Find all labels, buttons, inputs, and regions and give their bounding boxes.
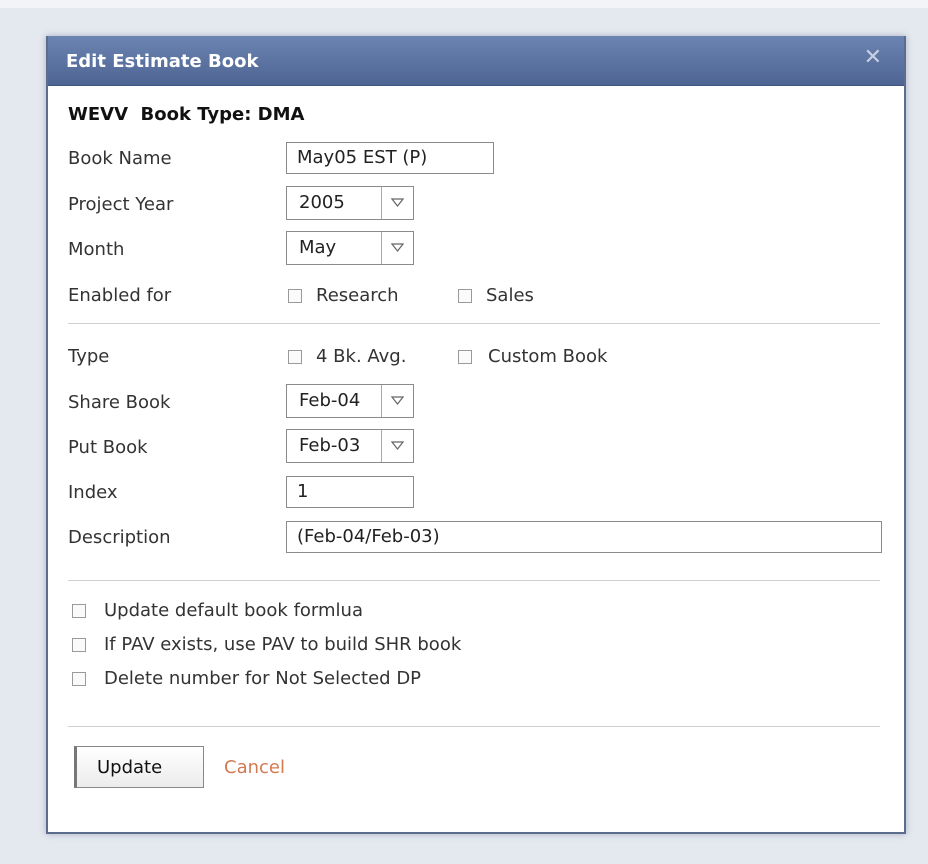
share-book-select[interactable]: Feb-04 [286,384,414,418]
research-checkbox[interactable] [288,289,302,303]
triangle-down-icon[interactable] [381,187,413,219]
enabled-for-label: Enabled for [68,285,172,306]
triangle-down-icon[interactable] [381,430,413,462]
four-bk-avg-checkbox[interactable] [288,350,302,364]
close-icon[interactable]: ✕ [864,47,882,69]
station-book-type-heading: WEVV Book Type: DMA [68,104,305,125]
update-default-formula-checkbox[interactable] [72,604,86,618]
custom-book-checkbox-label: Custom Book [488,346,608,367]
month-label: Month [68,239,125,260]
delete-not-selected-dp-label: Delete number for Not Selected DP [104,668,422,689]
section-divider [68,726,880,727]
book-name-input[interactable]: May05 EST (P) [286,142,494,174]
delete-not-selected-dp-checkbox[interactable] [72,672,86,686]
use-pav-checkbox[interactable] [72,638,86,652]
update-default-formula-label: Update default book formlua [104,600,363,621]
custom-book-checkbox[interactable] [458,350,472,364]
share-book-label: Share Book [68,392,171,413]
month-value: May [299,237,337,258]
triangle-down-icon[interactable] [381,232,413,264]
use-pav-label: If PAV exists, use PAV to build SHR book [104,634,462,655]
index-input[interactable]: 1 [286,476,414,508]
share-book-value: Feb-04 [299,390,361,411]
description-input[interactable]: (Feb-04/Feb-03) [286,521,882,553]
index-label: Index [68,482,118,503]
cancel-link[interactable]: Cancel [224,757,285,778]
dialog-title: Edit Estimate Book [66,51,259,72]
project-year-label: Project Year [68,194,174,215]
type-label: Type [68,346,110,367]
update-button[interactable]: Update [74,746,204,788]
project-year-value: 2005 [299,192,345,213]
put-book-value: Feb-03 [299,435,361,456]
book-name-label: Book Name [68,148,172,169]
four-bk-avg-checkbox-label: 4 Bk. Avg. [316,346,407,367]
put-book-select[interactable]: Feb-03 [286,429,414,463]
month-select[interactable]: May [286,231,414,265]
section-divider [68,323,880,324]
sales-checkbox-label: Sales [486,285,534,306]
page-background-top [0,0,928,8]
put-book-label: Put Book [68,437,148,458]
project-year-select[interactable]: 2005 [286,186,414,220]
edit-estimate-book-dialog: Edit Estimate Book ✕ WEVV Book Type: DMA… [46,36,906,834]
sales-checkbox[interactable] [458,289,472,303]
research-checkbox-label: Research [316,285,399,306]
dialog-titlebar[interactable]: Edit Estimate Book ✕ [48,36,904,86]
section-divider [68,580,880,581]
description-label: Description [68,527,171,548]
triangle-down-icon[interactable] [381,385,413,417]
